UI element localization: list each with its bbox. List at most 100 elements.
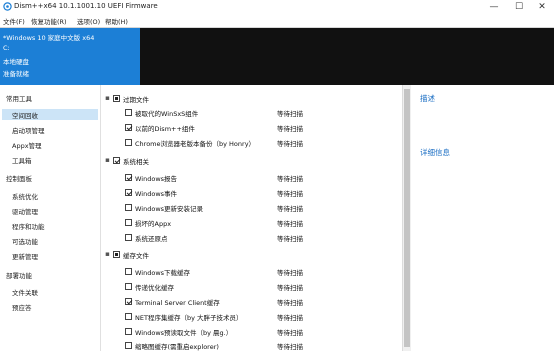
sidebar-item-system-optimize[interactable]: 系统优化 (12, 191, 38, 201)
app-icon (3, 2, 12, 11)
sidebar-group-control-panel: 控制面板 (6, 175, 32, 183)
item-label: Windows报告 (135, 175, 178, 183)
collapse-icon[interactable]: ▪ (104, 251, 111, 258)
item-checkbox[interactable] (125, 268, 132, 275)
list-scrollbar[interactable] (402, 85, 411, 351)
image-info-panel[interactable]: *Windows 10 家庭中文版 x64 C: 本地硬盘 准备就绪 (0, 28, 140, 85)
item-status: 等待扫描 (277, 299, 303, 307)
item-status: 等待扫描 (277, 269, 303, 277)
item-status: 等待扫描 (277, 343, 303, 351)
sidebar-item-startup[interactable]: 启动项管理 (12, 125, 45, 135)
item-label: NET程序集缓存（by 大胖子技术员） (135, 314, 243, 322)
drive-letter: C: (3, 44, 10, 52)
item-checkbox[interactable] (125, 328, 132, 335)
item-checkbox[interactable] (125, 189, 132, 196)
sidebar-item-toolbox[interactable]: 工具箱 (12, 155, 32, 165)
list-item[interactable]: 以前的Dism++组件 等待扫描 (103, 122, 401, 134)
item-label: Chrome浏览器老版本备份（by Honry） (135, 140, 256, 148)
maximize-button[interactable]: ☐ (507, 0, 531, 14)
item-checkbox[interactable] (125, 109, 132, 116)
sidebar-item-file-assoc[interactable]: 文件关联 (12, 287, 38, 297)
item-label: Windows事件 (135, 190, 178, 198)
sidebar-item-space-recycle[interactable]: 空间回收 (12, 110, 38, 120)
collapse-icon[interactable]: ▪ (104, 95, 111, 102)
item-label: 传递优化缓存 (135, 284, 174, 292)
menu-file[interactable]: 文件(F) (3, 16, 25, 26)
item-label: Windows预读取文件（by 晨g.） (135, 329, 233, 337)
item-label: 以前的Dism++组件 (135, 125, 195, 133)
item-label: 损坏的Appx (135, 220, 172, 228)
list-item[interactable]: 系统还原点 等待扫描 (103, 232, 401, 244)
section-checkbox[interactable] (113, 95, 120, 102)
info-panel: 描述 详细信息 (411, 85, 554, 351)
minimize-button[interactable]: — (482, 0, 506, 14)
list-item[interactable]: Terminal Server Client缓存 等待扫描 (103, 296, 401, 308)
item-checkbox[interactable] (125, 298, 132, 305)
item-status: 等待扫描 (277, 314, 303, 322)
item-label: Windows更新安装记录 (135, 205, 204, 213)
menu-restore[interactable]: 恢复功能(R) (31, 16, 67, 26)
item-checkbox[interactable] (125, 313, 132, 320)
list-item[interactable]: Windows预读取文件（by 晨g.） 等待扫描 (103, 326, 401, 338)
item-label: Windows下载缓存 (135, 269, 191, 277)
item-label: 缩略图缓存(需重启explorer) (135, 343, 219, 351)
list-item[interactable]: 被取代的WinSxS组件 等待扫描 (103, 107, 401, 119)
item-checkbox[interactable] (125, 342, 132, 349)
section-checkbox[interactable] (113, 157, 120, 164)
sidebar-group-deploy: 部署功能 (6, 272, 32, 280)
list-item[interactable]: 损坏的Appx 等待扫描 (103, 217, 401, 229)
sidebar-item-answer-file[interactable]: 预应答 (12, 302, 32, 312)
sidebar-item-appx[interactable]: Appx管理 (12, 140, 42, 150)
section-system[interactable]: ▪ 系统相关 (103, 155, 401, 167)
list-item[interactable]: Windows下载缓存 等待扫描 (103, 266, 401, 278)
item-status: 等待扫描 (277, 110, 303, 118)
description-link[interactable]: 描述 (420, 93, 435, 104)
menu-help[interactable]: 帮助(H) (105, 16, 128, 26)
sidebar-item-programs[interactable]: 程序和功能 (12, 221, 45, 231)
section-cache[interactable]: ▪ 缓存文件 (103, 249, 401, 261)
item-checkbox[interactable] (125, 219, 132, 226)
details-link[interactable]: 详细信息 (420, 147, 450, 158)
item-status: 等待扫描 (277, 329, 303, 337)
sidebar-item-optional-features[interactable]: 可选功能 (12, 236, 38, 246)
collapse-icon[interactable]: ▪ (104, 157, 111, 164)
window-title: Dism++x64 10.1.1001.10 UEFI Firmware (14, 2, 158, 10)
section-title: 过期文件 (123, 96, 149, 104)
list-item[interactable]: 传递优化缓存 等待扫描 (103, 281, 401, 293)
item-status: 等待扫描 (277, 220, 303, 228)
item-label: 被取代的WinSxS组件 (135, 110, 199, 118)
scrollbar-thumb[interactable] (404, 89, 410, 347)
list-item[interactable]: Windows事件 等待扫描 (103, 187, 401, 199)
item-status: 等待扫描 (277, 125, 303, 133)
cleanup-list: ▪ 过期文件 被取代的WinSxS组件 等待扫描 以前的Dism++组件 等待扫… (103, 85, 401, 352)
item-status: 等待扫描 (277, 284, 303, 292)
section-checkbox[interactable] (113, 251, 120, 258)
item-checkbox[interactable] (125, 174, 132, 181)
menu-bar: 文件(F) 恢复功能(R) 选项(O) 帮助(H) (0, 14, 554, 28)
title-bar: Dism++x64 10.1.1001.10 UEFI Firmware — ☐… (0, 0, 554, 14)
list-item[interactable]: Windows报告 等待扫描 (103, 172, 401, 184)
header-dark-area (140, 28, 554, 85)
sidebar-item-updates[interactable]: 更新管理 (12, 251, 38, 261)
item-status: 等待扫描 (277, 190, 303, 198)
sidebar-group-common-tools: 常用工具 (6, 95, 32, 103)
section-title: 缓存文件 (123, 252, 149, 260)
close-button[interactable]: ✕ (530, 0, 554, 14)
sidebar-item-drivers[interactable]: 驱动管理 (12, 206, 38, 216)
item-label: Terminal Server Client缓存 (135, 299, 220, 307)
list-item[interactable]: Chrome浏览器老版本备份（by Honry） 等待扫描 (103, 137, 401, 149)
item-checkbox[interactable] (125, 283, 132, 290)
item-checkbox[interactable] (125, 204, 132, 211)
item-status: 等待扫描 (277, 140, 303, 148)
status-text: 准备就绪 (3, 70, 29, 78)
item-checkbox[interactable] (125, 139, 132, 146)
list-item[interactable]: Windows更新安装记录 等待扫描 (103, 202, 401, 214)
item-checkbox[interactable] (125, 234, 132, 241)
list-item[interactable]: 缩略图缓存(需重启explorer) 等待扫描 (103, 340, 401, 352)
section-expired-files[interactable]: ▪ 过期文件 (103, 93, 401, 105)
item-status: 等待扫描 (277, 205, 303, 213)
menu-options[interactable]: 选项(O) (77, 16, 100, 26)
item-checkbox[interactable] (125, 124, 132, 131)
drive-type: 本地硬盘 (3, 58, 29, 66)
list-item[interactable]: NET程序集缓存（by 大胖子技术员） 等待扫描 (103, 311, 401, 323)
